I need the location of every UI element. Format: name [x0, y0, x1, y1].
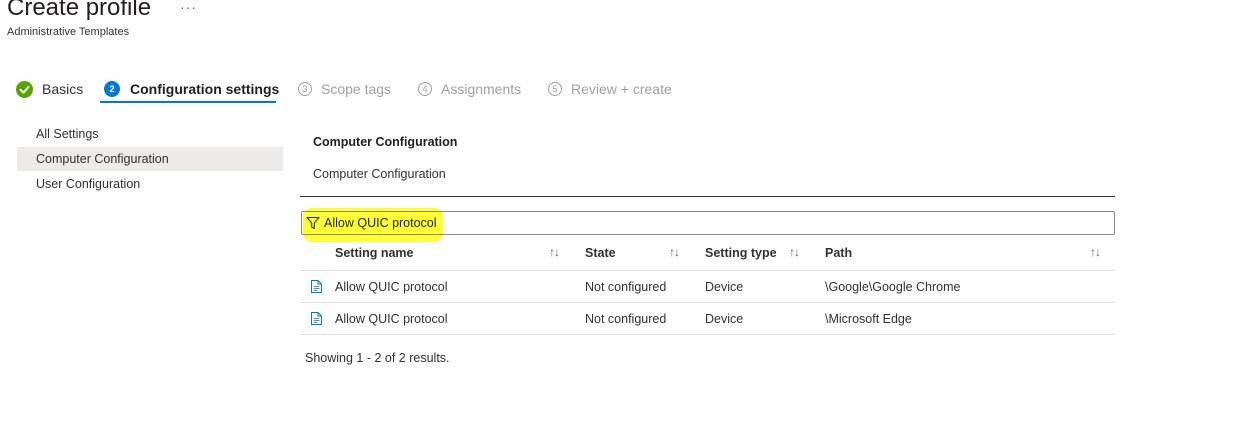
page-title: Create profile: [7, 0, 152, 21]
cell-setting-name[interactable]: Allow QUIC protocol: [335, 280, 448, 294]
step-number-badge: 3: [298, 82, 312, 96]
table-row[interactable]: Allow QUIC protocol Not configured Devic…: [300, 303, 1115, 334]
step-number-badge: 2: [104, 81, 120, 97]
step-scope-tags[interactable]: 3 Scope tags: [298, 78, 391, 100]
column-header-state[interactable]: State: [585, 246, 616, 260]
step-basics-label: Basics: [42, 81, 84, 97]
step-review-create-label: Review + create: [571, 81, 672, 97]
sort-icon[interactable]: ↑↓: [789, 245, 800, 259]
filter-icon: [306, 216, 320, 230]
step-assignments[interactable]: 4 Assignments: [418, 78, 521, 100]
more-options-icon[interactable]: ···: [180, 0, 197, 15]
step-number-badge: 5: [548, 82, 562, 96]
column-header-setting-name[interactable]: Setting name: [335, 246, 414, 260]
results-count: Showing 1 - 2 of 2 results.: [305, 351, 450, 365]
cell-setting-type: Device: [705, 312, 744, 326]
sort-icon[interactable]: ↑↓: [669, 245, 680, 259]
step-assignments-label: Assignments: [441, 81, 522, 97]
page-subtitle: Administrative Templates: [7, 26, 130, 38]
step-basics[interactable]: Basics: [16, 78, 83, 100]
nav-item-user-configuration[interactable]: User Configuration: [17, 172, 283, 196]
step-number-badge: 4: [418, 82, 432, 96]
nav-item-computer-configuration[interactable]: Computer Configuration: [17, 147, 283, 171]
section-heading: Computer Configuration: [313, 135, 458, 149]
cell-state: Not configured: [585, 280, 667, 294]
table-divider: [300, 334, 1115, 335]
document-icon: [311, 280, 322, 293]
sort-icon[interactable]: ↑↓: [1090, 245, 1101, 259]
cell-state: Not configured: [585, 312, 667, 326]
sort-icon[interactable]: ↑↓: [549, 245, 560, 259]
active-step-indicator: [100, 101, 276, 103]
step-configuration-settings[interactable]: 2 Configuration settings: [104, 78, 279, 100]
cell-path: \Google\Google Chrome: [825, 280, 961, 294]
filter-input[interactable]: [324, 214, 1024, 232]
nav-item-all-settings[interactable]: All Settings: [17, 122, 283, 146]
cell-path: \Microsoft Edge: [825, 312, 912, 326]
document-icon: [311, 312, 322, 325]
cell-setting-name[interactable]: Allow QUIC protocol: [335, 312, 448, 326]
table-row[interactable]: Allow QUIC protocol Not configured Devic…: [300, 271, 1115, 302]
column-header-path[interactable]: Path: [825, 246, 852, 260]
cell-setting-type: Device: [705, 280, 744, 294]
section-breadcrumb: Computer Configuration: [313, 167, 446, 181]
section-divider: [300, 196, 1115, 197]
column-header-setting-type[interactable]: Setting type: [705, 246, 777, 260]
step-scope-tags-label: Scope tags: [321, 81, 392, 97]
step-review-create[interactable]: 5 Review + create: [548, 78, 672, 100]
step-configuration-label: Configuration settings: [130, 81, 280, 97]
check-circle-icon: [16, 80, 33, 98]
